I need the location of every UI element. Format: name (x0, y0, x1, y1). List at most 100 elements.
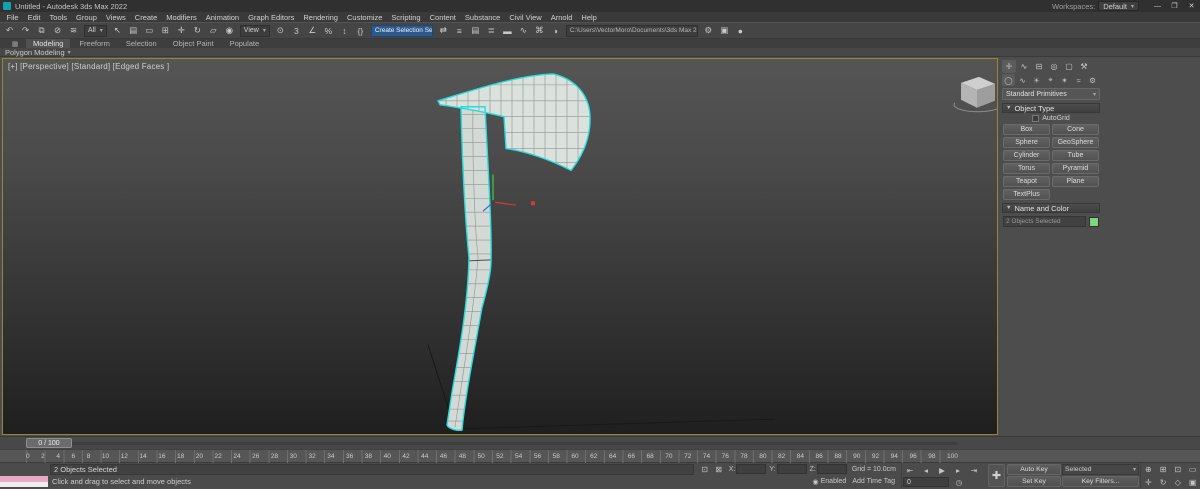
menu-item[interactable]: Scripting (387, 13, 425, 22)
menu-item[interactable]: Help (577, 13, 601, 22)
previous-frame-button[interactable]: ◂ (918, 464, 934, 476)
select-and-scale-icon[interactable]: ▱ (206, 23, 221, 38)
menu-item[interactable]: Customize (342, 13, 386, 22)
named-selection-sets-input[interactable]: Create Selection Se... (370, 24, 433, 37)
y-coordinate-field[interactable] (776, 464, 807, 475)
object-color-swatch[interactable] (1089, 216, 1099, 227)
auto-key-button[interactable]: Auto Key (1007, 464, 1061, 475)
adaptive-degradation-toggle[interactable]: ◉ Enabled (813, 478, 847, 486)
ribbon-toggle-icon[interactable]: ▬ (500, 23, 515, 38)
maximize-button[interactable]: ❐ (1166, 0, 1183, 12)
object-name-field[interactable]: 2 Objects Selected (1003, 216, 1086, 227)
edit-named-selection-sets-icon[interactable]: {} (353, 23, 368, 38)
rectangular-selection-region-icon[interactable]: ▭ (142, 23, 157, 38)
rendered-frame-window-icon[interactable]: ▣ (717, 23, 732, 38)
menu-item[interactable]: File (2, 13, 23, 22)
primitive-button[interactable]: Tube (1052, 150, 1099, 161)
menu-item[interactable]: Group (72, 13, 102, 22)
primitive-button[interactable]: GeoSphere (1052, 137, 1099, 148)
spinner-snap-icon[interactable]: ↕ (337, 23, 352, 38)
modify-tab-icon[interactable]: ∿ (1017, 60, 1031, 73)
time-configuration-button[interactable]: ◷ (951, 476, 967, 488)
primitive-button[interactable]: Sphere (1003, 137, 1050, 148)
lights-category-icon[interactable]: ☀ (1030, 74, 1043, 86)
zoom-all-icon[interactable]: ⊞ (1156, 463, 1171, 476)
maxscript-mini-listener[interactable] (0, 476, 48, 488)
render-production-icon[interactable]: ● (733, 23, 748, 38)
ribbon-tab[interactable]: Populate (223, 39, 267, 48)
orbit-icon[interactable]: ↻ (1156, 476, 1171, 489)
primitive-category-dropdown[interactable]: Standard Primitives ▾ (1002, 88, 1100, 100)
maximize-viewport-icon[interactable]: ▣ (1185, 476, 1200, 489)
menu-item[interactable]: Arnold (546, 13, 577, 22)
key-filters-button[interactable]: Key Filters... (1062, 476, 1139, 487)
zoom-region-icon[interactable]: ▭ (1185, 463, 1200, 476)
primitive-button[interactable]: Cylinder (1003, 150, 1050, 161)
menu-item[interactable]: Tools (45, 13, 72, 22)
hierarchy-tab-icon[interactable]: ⊟ (1032, 60, 1046, 73)
key-set-dropdown[interactable]: Selected ▾ (1062, 464, 1139, 475)
play-button[interactable]: ▶ (934, 464, 950, 476)
menu-item[interactable]: Graph Editors (244, 13, 299, 22)
workspace-dropdown[interactable]: Default ▾ (1098, 1, 1139, 11)
primitive-button[interactable]: Plane (1052, 176, 1099, 187)
select-object-icon[interactable]: ↖ (110, 23, 125, 38)
menu-item[interactable]: Substance (460, 13, 504, 22)
render-setup-icon[interactable]: ⚙ (701, 23, 716, 38)
align-icon[interactable]: ≡ (452, 23, 467, 38)
schematic-view-icon[interactable]: ⌘ (532, 23, 547, 38)
undo-icon[interactable]: ↶ (2, 23, 17, 38)
redo-icon[interactable]: ↷ (18, 23, 33, 38)
primitive-button[interactable]: Torus (1003, 163, 1050, 174)
unlink-selection-icon[interactable]: ⊘ (50, 23, 65, 38)
menu-item[interactable]: Civil View (505, 13, 546, 22)
transform-gizmo[interactable] (482, 174, 535, 212)
viewport-label[interactable]: [+] [Perspective] [Standard] [Edged Face… (8, 62, 169, 71)
go-to-end-button[interactable]: ⇥ (966, 464, 982, 476)
bind-to-space-warp-icon[interactable]: ≋ (66, 23, 81, 38)
menu-item[interactable]: Content (425, 13, 460, 22)
select-and-place-icon[interactable]: ◉ (222, 23, 237, 38)
time-slider[interactable]: 0 / 100 (26, 438, 72, 448)
pan-icon[interactable]: ✛ (1141, 476, 1156, 489)
fov-icon[interactable]: ◇ (1171, 476, 1186, 489)
motion-tab-icon[interactable]: ◎ (1047, 60, 1061, 73)
gizmo-x-axis[interactable] (494, 201, 517, 206)
viewport-canvas[interactable] (3, 59, 997, 434)
display-tab-icon[interactable]: ▢ (1062, 60, 1076, 73)
set-key-mode-button[interactable]: ✚ (988, 464, 1005, 487)
angle-snap-icon[interactable]: ∠ (305, 23, 320, 38)
listener-line[interactable] (0, 482, 48, 488)
use-pivot-center-icon[interactable]: ⊙ (273, 23, 288, 38)
ribbon-tab[interactable]: Freeform (72, 39, 116, 48)
z-coordinate-field[interactable] (816, 464, 847, 475)
polygon-modeling-panel-header[interactable]: Polygon Modeling ▾ (0, 48, 1200, 57)
reference-coordinate-dropdown[interactable]: View ▾ (239, 24, 270, 37)
create-tab-icon[interactable]: ✛ (1002, 60, 1016, 73)
selection-lock-toggle-icon[interactable]: ⊠ (712, 463, 726, 475)
project-folder-field[interactable]: C:\Users\VectorMoro\Documents\3ds Max 20… (565, 24, 698, 37)
material-editor-icon[interactable]: ◑ (548, 23, 563, 38)
primitive-button[interactable]: Cone (1052, 124, 1099, 135)
primitive-button[interactable]: TextPlus (1003, 189, 1050, 200)
menu-item[interactable]: Rendering (299, 13, 343, 22)
mirror-icon[interactable]: ⇄ (436, 23, 451, 38)
geometry-category-icon[interactable]: ◯ (1002, 74, 1015, 86)
object-type-rollout-header[interactable]: ▼ Object Type (1002, 103, 1100, 113)
select-and-link-icon[interactable]: ⧉ (34, 23, 49, 38)
window-crossing-toggle-icon[interactable]: ⊞ (158, 23, 173, 38)
isolate-selection-toggle-icon[interactable]: ⊡ (698, 463, 712, 475)
set-key-button[interactable]: Set Key (1007, 476, 1061, 487)
zoom-extents-icon[interactable]: ⊡ (1171, 463, 1186, 476)
selection-filter-dropdown[interactable]: All ▾ (84, 24, 107, 37)
menu-item[interactable]: Modifiers (162, 13, 201, 22)
menu-item[interactable]: Views (101, 13, 130, 22)
layer-explorer-icon[interactable]: ≣ (484, 23, 499, 38)
select-and-rotate-icon[interactable]: ↻ (190, 23, 205, 38)
go-to-start-button[interactable]: ⇤ (902, 464, 918, 476)
primitive-button[interactable]: Teapot (1003, 176, 1050, 187)
systems-category-icon[interactable]: ⚙ (1086, 74, 1099, 86)
helpers-category-icon[interactable]: ✶ (1058, 74, 1071, 86)
autogrid-checkbox[interactable] (1032, 115, 1040, 122)
name-color-rollout-header[interactable]: ▼ Name and Color (1002, 203, 1100, 213)
